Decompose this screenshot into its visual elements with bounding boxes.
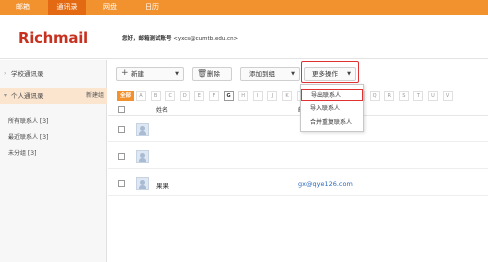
add-to-group-button[interactable]: 添加到组 ▼ [240,67,300,81]
filter-letter-u[interactable]: U [428,91,438,101]
menu-item-export-contacts[interactable]: 导出联系人 [301,89,363,101]
row-checkbox[interactable] [118,153,125,160]
filter-letter-d[interactable]: D [179,91,190,101]
delete-button-label: 删除 [207,70,220,78]
greeting-text: 您好，邮箱测试账号 [122,36,172,42]
filter-all[interactable]: 全部 [117,91,134,101]
sidebar-item-school-contacts[interactable]: › 学校通讯录 [0,66,107,82]
toolbar: + 新建 ▼ 🗑 删除 添加到组 ▼ 更多操作 ▼ [108,60,488,88]
alphabet-filter: 全部 ABCDEFGHIJKLMNOPQRSTUV [108,90,488,102]
table-row[interactable] [108,145,488,169]
filter-letter-a[interactable]: A [136,91,146,101]
filter-letter-g[interactable]: G [223,91,234,101]
tab-contacts[interactable]: 通讯录 [48,0,86,15]
menu-item-merge-duplicates[interactable]: 合并重复联系人 [301,117,363,129]
filter-letter-v[interactable]: V [442,91,453,101]
avatar [136,177,149,190]
top-nav: 邮箱 通讯录 网盘 日历 [0,0,488,15]
tab-mail[interactable]: 邮箱 [8,0,38,15]
select-all-checkbox[interactable] [118,106,125,113]
table-row[interactable] [108,118,488,142]
greeting: 您好，邮箱测试账号 <yxcs@cumtb.edu.cn> [122,34,238,42]
filter-letter-h[interactable]: H [238,91,249,101]
add-to-group-label: 添加到组 [249,70,275,78]
trash-icon: 🗑 [197,69,208,78]
sidebar: › 学校通讯录 ▾ 个人通讯录 新建组 所有联系人 [3] 最近联系人 [3] … [0,60,107,262]
more-actions-menu: 导出联系人 导入联系人 合并重复联系人 [300,84,364,132]
caret-down-icon: ▼ [291,71,295,77]
filter-letter-c[interactable]: C [165,91,176,101]
caret-down-icon: ▼ [175,71,179,77]
table-row[interactable]: 果果 gx@qye126.com [108,172,488,196]
filter-letter-b[interactable]: B [150,91,161,101]
new-button-label: 新建 [131,70,144,78]
more-actions-highlight [301,61,359,83]
tab-calendar[interactable]: 日历 [136,0,168,15]
filter-letter-k[interactable]: K [282,91,292,101]
row-checkbox[interactable] [118,126,125,133]
column-name-header: 姓名 [156,107,169,114]
header: Richmail 您好，邮箱测试账号 <yxcs@cumtb.edu.cn> [0,15,488,59]
delete-button[interactable]: 🗑 删除 [192,67,232,81]
sidebar-item-ungrouped[interactable]: 未分组 [3] [8,148,36,157]
new-group-link[interactable]: 新建组 [86,88,104,104]
filter-letter-t[interactable]: T [413,91,424,101]
avatar [136,150,149,163]
greeting-email: <yxcs@cumtb.edu.cn> [173,36,239,42]
filter-letter-f[interactable]: F [209,91,219,101]
sidebar-item-recent-contacts[interactable]: 最近联系人 [3] [8,132,48,141]
chevron-down-icon: ▾ [4,92,8,99]
plus-icon: + [121,68,129,78]
new-button[interactable]: + 新建 ▼ [116,67,184,81]
contact-name: 果果 [156,182,169,190]
filter-letter-j[interactable]: J [267,91,278,101]
sidebar-item-label: 个人通讯录 [11,92,44,100]
filter-letter-r[interactable]: R [384,91,395,101]
avatar [136,123,149,136]
sidebar-item-all-contacts[interactable]: 所有联系人 [3] [8,116,48,125]
sidebar-item-personal-contacts[interactable]: ▾ 个人通讯录 新建组 [0,88,107,104]
contact-email[interactable]: gx@qye126.com [298,180,353,188]
menu-item-import-contacts[interactable]: 导入联系人 [301,103,363,115]
list-header: 姓名 邮箱 [108,104,488,116]
tab-disk[interactable]: 网盘 [96,0,124,15]
filter-letter-q[interactable]: Q [369,91,380,101]
filter-letter-i[interactable]: I [252,91,263,101]
filter-letter-s[interactable]: S [398,91,409,101]
row-checkbox[interactable] [118,180,125,187]
sidebar-item-label: 学校通讯录 [11,70,44,78]
logo: Richmail [18,29,88,47]
filter-letter-e[interactable]: E [194,91,205,101]
chevron-right-icon: › [4,70,7,77]
